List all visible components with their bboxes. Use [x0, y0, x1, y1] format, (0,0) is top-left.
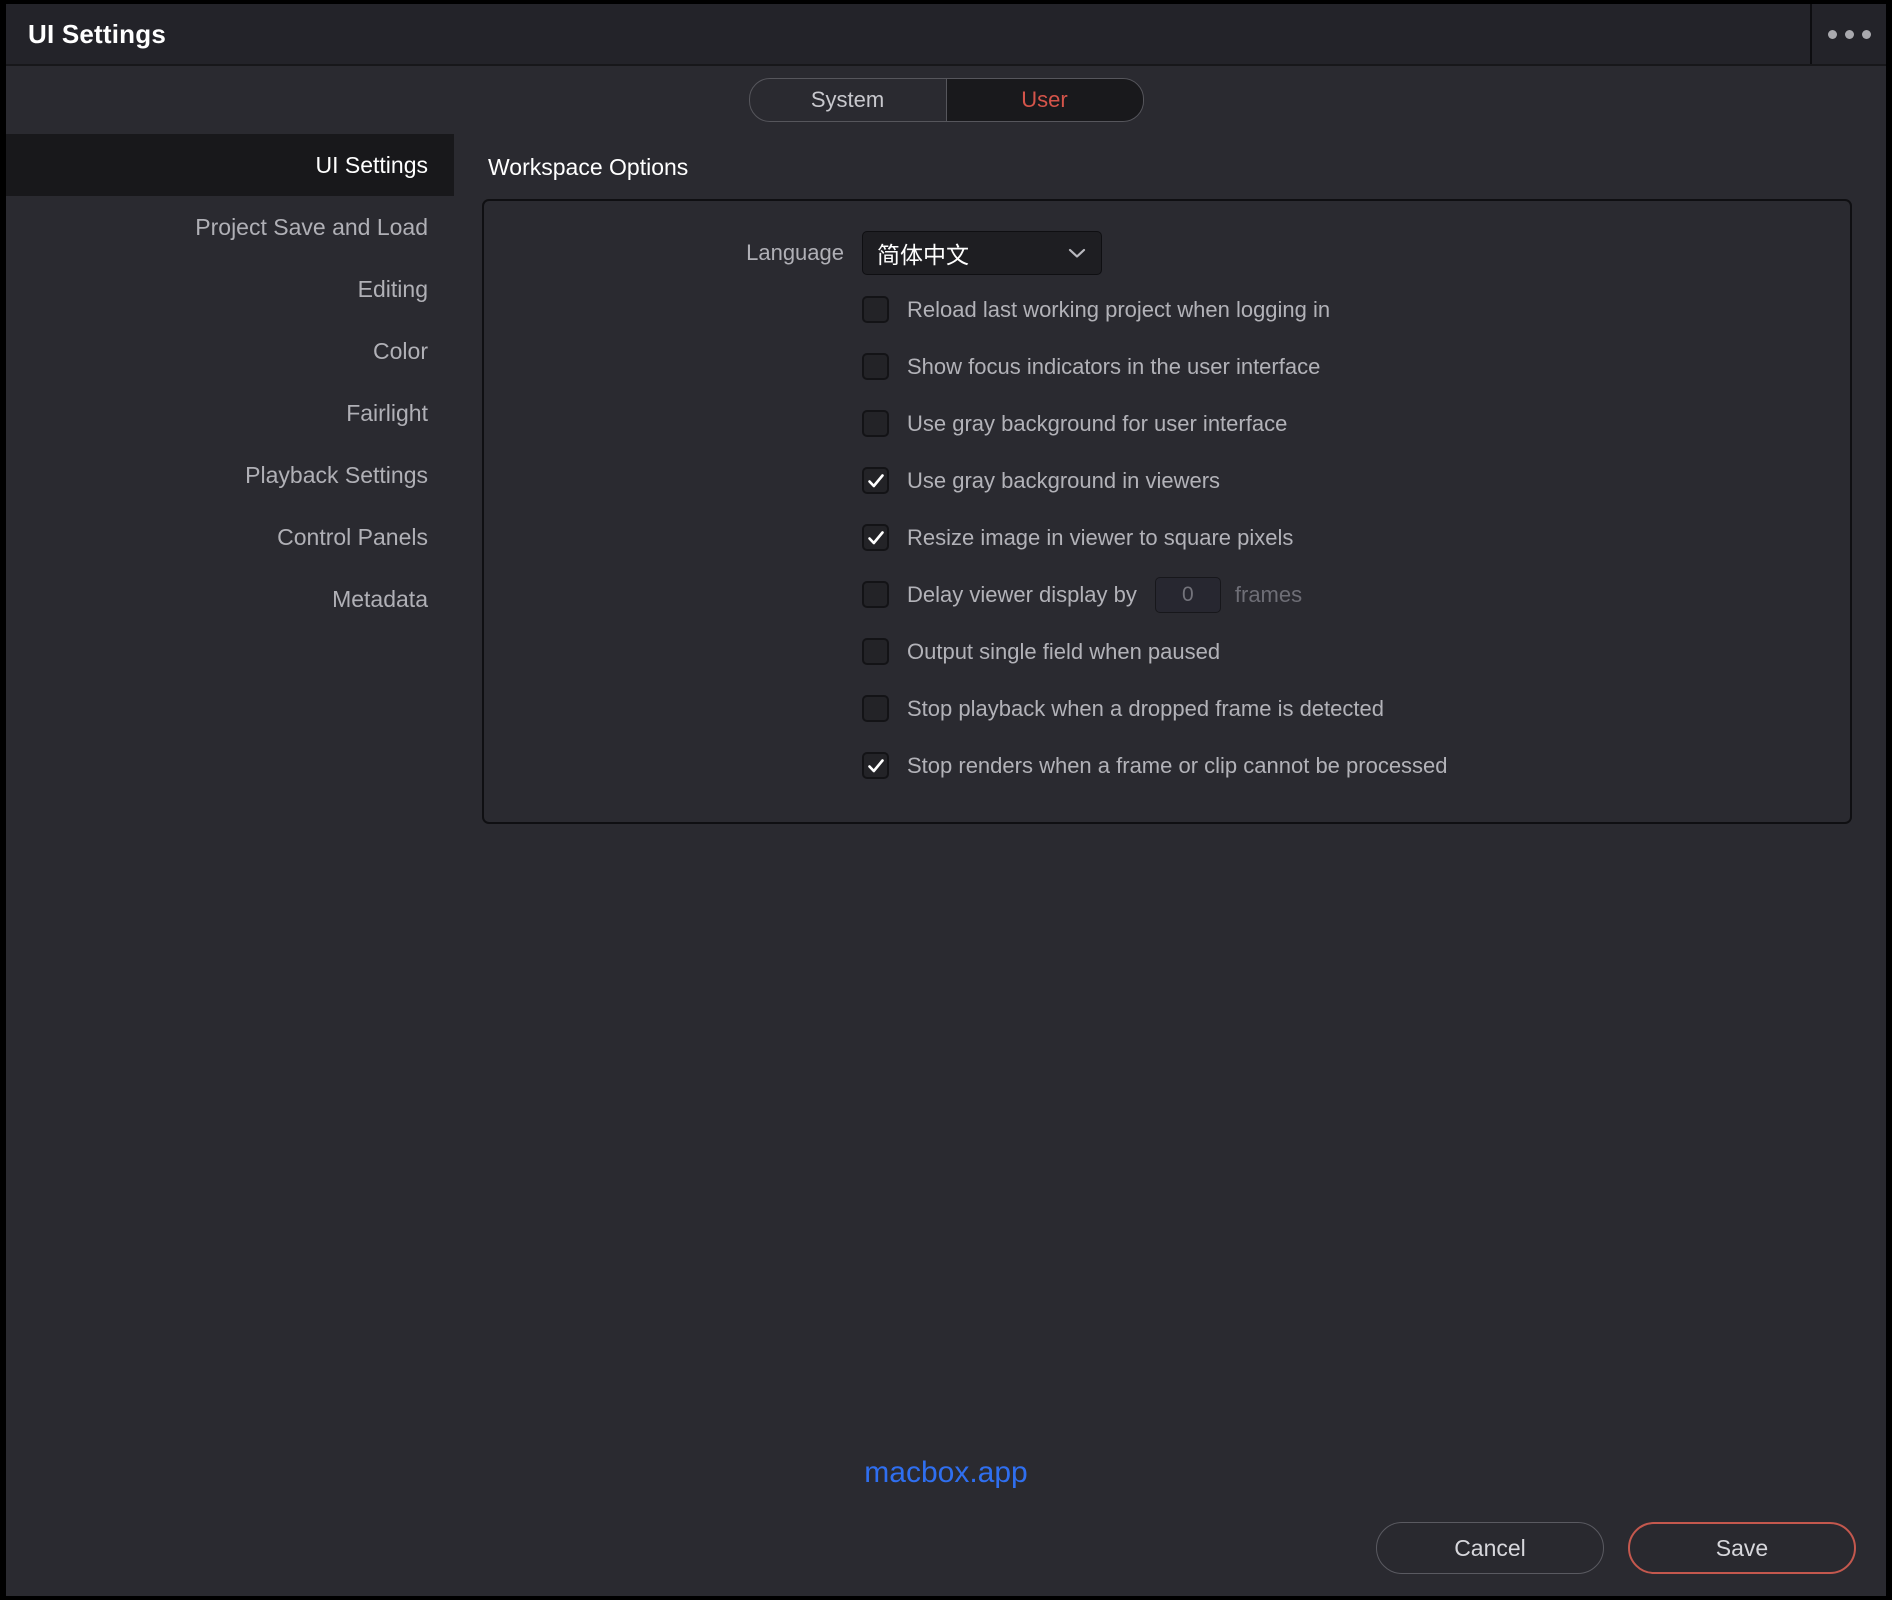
chevron-down-icon	[1067, 247, 1087, 259]
settings-sidebar: UI Settings Project Save and Load Editin…	[6, 134, 454, 1140]
settings-content: Workspace Options Language 简体中文	[454, 134, 1886, 1140]
delay-frames-unit-label: frames	[1235, 582, 1302, 608]
option-row-show-focus-indicators: Show focus indicators in the user interf…	[484, 338, 1850, 395]
sidebar-item-fairlight[interactable]: Fairlight	[6, 382, 454, 444]
checkbox-stop-playback-dropped-frame[interactable]	[862, 695, 889, 722]
checkbox-resize-image-square-pixels[interactable]	[862, 524, 889, 551]
title-bar: UI Settings	[6, 4, 1886, 66]
body-split: UI Settings Project Save and Load Editin…	[6, 134, 1886, 1140]
sidebar-item-ui-settings[interactable]: UI Settings	[6, 134, 454, 196]
option-row-resize-image-square-pixels: Resize image in viewer to square pixels	[484, 509, 1850, 566]
title-bar-main: UI Settings	[6, 4, 1812, 64]
sidebar-item-metadata[interactable]: Metadata	[6, 568, 454, 630]
content-spacer	[6, 1140, 1886, 1456]
checkbox-delay-viewer-display[interactable]	[862, 581, 889, 608]
option-label: Resize image in viewer to square pixels	[907, 525, 1293, 551]
tab-user[interactable]: User	[946, 79, 1143, 121]
language-control-col: 简体中文	[862, 231, 1850, 275]
sidebar-item-color[interactable]: Color	[6, 320, 454, 382]
language-label: Language	[484, 240, 862, 266]
watermark-wrap: macbox.app	[6, 1456, 1886, 1500]
sidebar-item-project-save-and-load[interactable]: Project Save and Load	[6, 196, 454, 258]
option-label: Output single field when paused	[907, 639, 1220, 665]
checkbox-stop-renders[interactable]	[862, 752, 889, 779]
option-row-gray-background-viewers: Use gray background in viewers	[484, 452, 1850, 509]
ui-settings-window: UI Settings System User UI Settings Proj…	[6, 4, 1886, 1596]
workspace-options-panel: Language 简体中文 Relo	[482, 199, 1852, 824]
save-button[interactable]: Save	[1628, 1522, 1856, 1574]
option-row-delay-viewer-display: Delay viewer display by 0 frames	[484, 566, 1850, 623]
language-row: Language 简体中文	[484, 225, 1850, 281]
window-menu-button[interactable]	[1812, 4, 1886, 64]
segmented-control: System User	[749, 78, 1144, 122]
delay-frames-input[interactable]: 0	[1155, 577, 1221, 613]
option-row-reload-last-working-project: Reload last working project when logging…	[484, 281, 1850, 338]
option-label: Use gray background in viewers	[907, 468, 1220, 494]
tab-system[interactable]: System	[750, 79, 946, 121]
checkbox-show-focus-indicators[interactable]	[862, 353, 889, 380]
checkbox-gray-background-ui[interactable]	[862, 410, 889, 437]
option-label: Stop renders when a frame or clip cannot…	[907, 753, 1448, 779]
watermark-text: macbox.app	[864, 1456, 1027, 1490]
option-row-output-single-field: Output single field when paused	[484, 623, 1850, 680]
option-label: Reload last working project when logging…	[907, 297, 1330, 323]
settings-scope-tabbar: System User	[6, 66, 1886, 134]
ellipsis-icon	[1828, 30, 1871, 39]
language-select[interactable]: 简体中文	[862, 231, 1102, 275]
sidebar-item-control-panels[interactable]: Control Panels	[6, 506, 454, 568]
checkbox-output-single-field[interactable]	[862, 638, 889, 665]
page-title: UI Settings	[28, 19, 166, 50]
sidebar-item-editing[interactable]: Editing	[6, 258, 454, 320]
checkbox-reload-last-working-project[interactable]	[862, 296, 889, 323]
option-row-stop-renders: Stop renders when a frame or clip cannot…	[484, 737, 1850, 794]
option-label: Stop playback when a dropped frame is de…	[907, 696, 1384, 722]
language-select-value: 简体中文	[877, 236, 1067, 270]
option-row-stop-playback-dropped-frame: Stop playback when a dropped frame is de…	[484, 680, 1850, 737]
option-label: Show focus indicators in the user interf…	[907, 354, 1320, 380]
sidebar-item-playback-settings[interactable]: Playback Settings	[6, 444, 454, 506]
dialog-footer: Cancel Save	[6, 1500, 1886, 1596]
checkbox-gray-background-viewers[interactable]	[862, 467, 889, 494]
section-title-workspace-options: Workspace Options	[488, 154, 1852, 181]
option-row-gray-background-ui: Use gray background for user interface	[484, 395, 1850, 452]
option-label: Use gray background for user interface	[907, 411, 1287, 437]
option-label: Delay viewer display by	[907, 582, 1137, 608]
cancel-button[interactable]: Cancel	[1376, 1522, 1604, 1574]
